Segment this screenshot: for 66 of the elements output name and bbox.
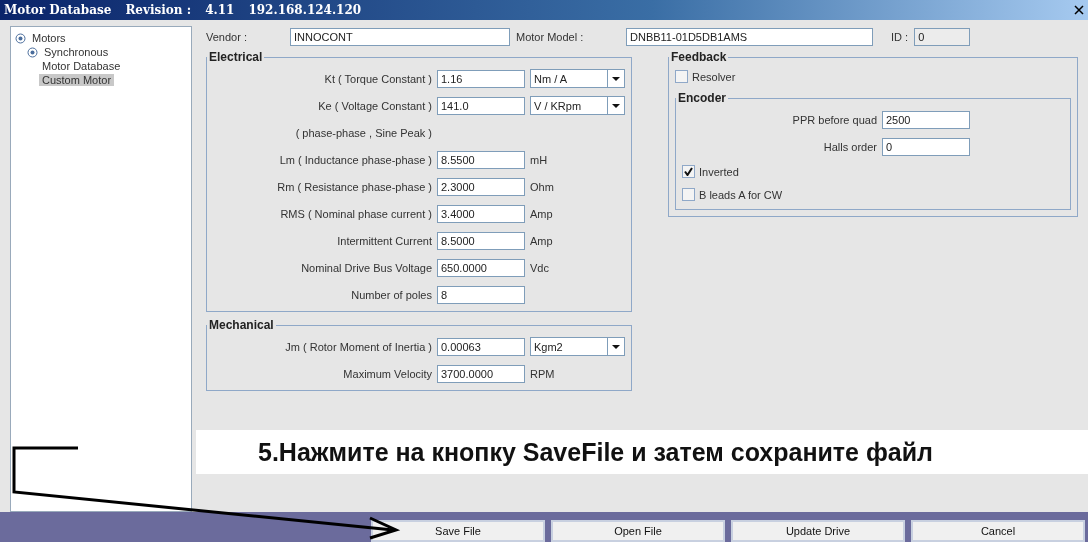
- checkbox[interactable]: [675, 70, 688, 83]
- unit-label: Vdc: [530, 261, 549, 274]
- input-field[interactable]: 0.00063: [437, 337, 525, 356]
- revision-label: Revision :: [125, 3, 192, 17]
- field-label: Number of poles: [350, 288, 432, 301]
- field-label: RMS ( Nominal phase current ): [279, 207, 432, 220]
- tree-item[interactable]: Motors: [29, 32, 69, 44]
- instruction-text: 5.Нажмите на кнопку SaveFile и затем сохраните файл: [258, 437, 933, 467]
- radio-icon[interactable]: [15, 32, 26, 44]
- group-title: Encoder: [677, 91, 727, 105]
- revision-number: 4.11: [205, 3, 235, 17]
- field-label: ( phase-phase , Sine Peak ): [294, 126, 432, 139]
- field-label: Motor Model :: [516, 31, 585, 43]
- checkbox[interactable]: [682, 188, 695, 201]
- radio-icon[interactable]: [27, 46, 38, 58]
- close-icon[interactable]: [1074, 5, 1084, 15]
- unit-label: mH: [530, 153, 548, 166]
- field-label: Vendor :: [206, 31, 248, 43]
- field-label: Halls order: [822, 140, 877, 153]
- checkbox[interactable]: [682, 165, 695, 178]
- field-label: Intermittent Current: [336, 234, 432, 247]
- field-label: Maximum Velocity: [342, 367, 432, 380]
- input-field[interactable]: 2.3000: [437, 177, 525, 196]
- checkbox-label: B leads A for CW: [699, 188, 783, 201]
- input-field[interactable]: 2500: [882, 110, 970, 129]
- field-label: ID :: [891, 31, 909, 43]
- checkbox-label: Inverted: [699, 165, 739, 178]
- unit-label: Amp: [530, 207, 553, 220]
- input-field[interactable]: 8.5000: [437, 231, 525, 250]
- field-label: Ke ( Voltage Constant ): [317, 99, 432, 112]
- unit-dropdown[interactable]: Nm / A: [530, 69, 625, 88]
- input-field[interactable]: 8: [437, 285, 525, 304]
- unit-dropdown[interactable]: Kgm2: [530, 337, 625, 356]
- dialog-button[interactable]: Open File: [551, 520, 725, 542]
- tree-item[interactable]: Custom Motor: [39, 74, 115, 86]
- unit-label: Ohm: [530, 180, 554, 193]
- group-title: Electrical: [208, 50, 264, 64]
- field-label: Nominal Drive Bus Voltage: [300, 261, 432, 274]
- input-field[interactable]: 0: [882, 137, 970, 156]
- checkbox-label: Resolver: [692, 70, 736, 83]
- input-field[interactable]: 141.0: [437, 96, 525, 115]
- field-label: Lm ( Inductance phase-phase ): [278, 153, 432, 166]
- ip-address: 192.168.124.120: [248, 3, 362, 17]
- tree-item[interactable]: Synchronous: [41, 46, 112, 58]
- unit-label: RPM: [530, 367, 555, 380]
- input-field[interactable]: INNOCONT: [290, 28, 510, 46]
- group-title: Mechanical: [208, 318, 275, 332]
- dialog-button[interactable]: Update Drive: [731, 520, 905, 542]
- group-title: Feedback: [670, 50, 728, 64]
- dialog-button[interactable]: Cancel: [911, 520, 1085, 542]
- tree-item[interactable]: Motor Database: [39, 60, 124, 72]
- input-field[interactable]: 650.0000: [437, 258, 525, 277]
- dialog-button[interactable]: Save File: [371, 520, 545, 542]
- unit-dropdown[interactable]: V / KRpm: [530, 96, 625, 115]
- input-field[interactable]: 8.5500: [437, 150, 525, 169]
- input-field[interactable]: 1.16: [437, 69, 525, 88]
- field-label: PPR before quad: [791, 113, 877, 126]
- window-title: Motor Database: [4, 3, 112, 17]
- input-field[interactable]: 3.4000: [437, 204, 525, 223]
- input-field[interactable]: 0: [914, 28, 971, 46]
- unit-label: Amp: [530, 234, 553, 247]
- input-field[interactable]: DNBB11-01D5DB1AMS: [626, 28, 873, 46]
- field-label: Rm ( Resistance phase-phase ): [276, 180, 432, 193]
- field-label: Kt ( Torque Constant ): [323, 72, 432, 85]
- field-label: Jm ( Rotor Moment of Inertia ): [284, 340, 432, 353]
- input-field[interactable]: 3700.0000: [437, 364, 525, 383]
